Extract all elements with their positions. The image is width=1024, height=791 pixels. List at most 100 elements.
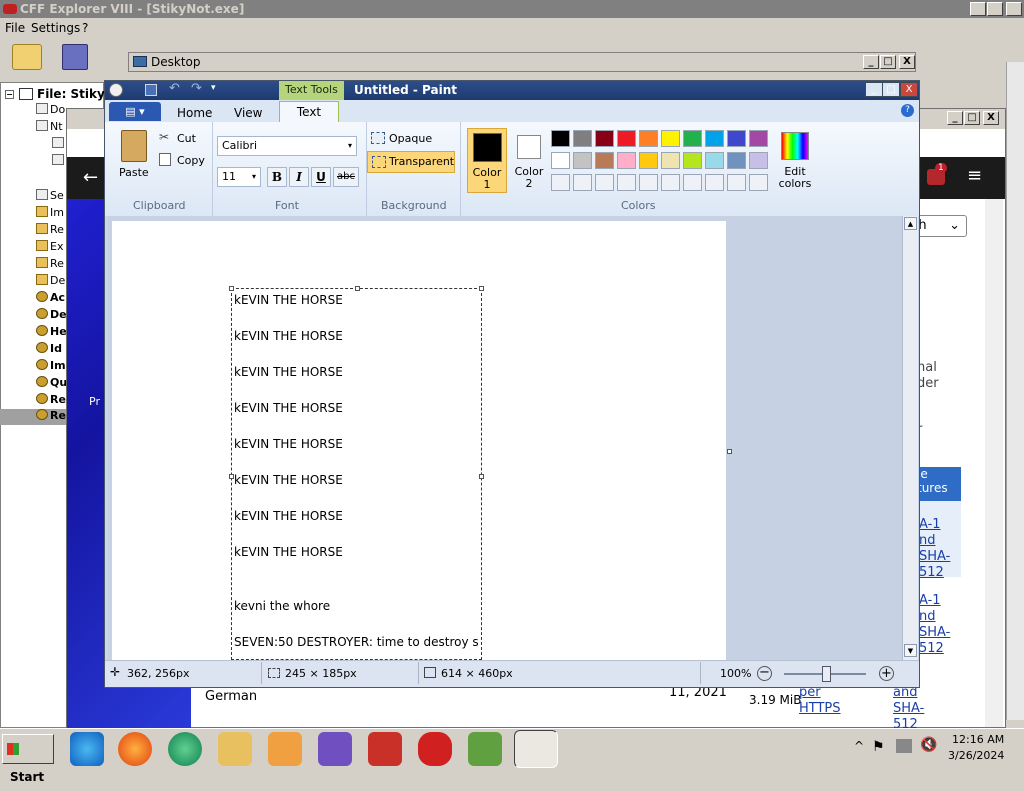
toolbox-icon[interactable]: [368, 732, 402, 766]
palette-swatch[interactable]: [639, 152, 658, 169]
palette-swatch[interactable]: [683, 130, 702, 147]
text-box-handle[interactable]: [355, 286, 360, 291]
qat-save-icon[interactable]: [145, 84, 157, 96]
palette-swatch[interactable]: [727, 152, 746, 169]
palette-swatch-empty[interactable]: [749, 174, 768, 191]
tree-item[interactable]: Do: [36, 103, 65, 119]
browser-maximize-button[interactable]: □: [964, 111, 980, 125]
palette-swatch[interactable]: [749, 130, 768, 147]
palette-swatch[interactable]: [749, 152, 768, 169]
zoom-in-icon[interactable]: +: [879, 666, 894, 681]
palette-swatch-empty[interactable]: [617, 174, 636, 191]
paint-minimize-button[interactable]: _: [865, 82, 883, 97]
desktop-minimize-button[interactable]: _: [863, 55, 879, 69]
palette-swatch[interactable]: [573, 130, 592, 147]
menu-help[interactable]: ?: [82, 21, 88, 35]
tree-item[interactable]: Im: [36, 206, 64, 222]
palette-swatch-empty[interactable]: [639, 174, 658, 191]
menu-file[interactable]: File: [5, 21, 25, 35]
sha-link[interactable]: A-1 nd SHA-512: [919, 517, 959, 581]
tree-root-row[interactable]: − File: StikyN: [3, 87, 115, 103]
tab-home[interactable]: Home: [177, 106, 212, 120]
tree-item[interactable]: [52, 154, 66, 170]
tree-item[interactable]: He: [36, 325, 67, 341]
palette-swatch[interactable]: [661, 152, 680, 169]
paste-label[interactable]: Paste: [119, 166, 149, 179]
tree-item[interactable]: [52, 137, 66, 153]
strikethrough-button[interactable]: abc: [333, 167, 359, 187]
cff-maximize-button[interactable]: □: [987, 2, 1003, 16]
palette-swatch-empty[interactable]: [551, 174, 570, 191]
palette-swatch[interactable]: [617, 152, 636, 169]
cff-close-button[interactable]: X: [1006, 2, 1022, 16]
palette-swatch-empty[interactable]: [661, 174, 680, 191]
palette-swatch[interactable]: [551, 152, 570, 169]
tree-item[interactable]: De: [36, 274, 65, 290]
edit-colors-button[interactable]: Edit colors: [773, 128, 817, 193]
paint-maximize-button[interactable]: □: [882, 82, 900, 97]
chart-editor-icon[interactable]: [468, 732, 502, 766]
palette-swatch[interactable]: [727, 130, 746, 147]
palette-swatch[interactable]: [639, 130, 658, 147]
tree-item[interactable]: Id: [36, 342, 62, 358]
palette-swatch[interactable]: [705, 130, 724, 147]
palette-swatch-empty[interactable]: [595, 174, 614, 191]
paste-icon[interactable]: [121, 130, 147, 162]
qat-undo-icon[interactable]: ↶: [169, 81, 180, 96]
tree-item[interactable]: Re: [36, 223, 64, 239]
tree-item[interactable]: Ac: [36, 291, 65, 307]
browser-minimize-button[interactable]: _: [947, 111, 963, 125]
menu-icon[interactable]: ≡: [967, 165, 982, 186]
messenger-icon[interactable]: [168, 732, 202, 766]
start-button[interactable]: Start: [2, 734, 54, 784]
color2-button[interactable]: Color 2: [509, 128, 549, 193]
tab-view[interactable]: View: [234, 106, 262, 120]
cff-right-scrollbar[interactable]: [1006, 62, 1024, 720]
paint-close-button[interactable]: X: [900, 82, 918, 97]
paint-taskbar-icon[interactable]: [514, 730, 558, 768]
palette-swatch-empty[interactable]: [705, 174, 724, 191]
tree-item[interactable]: Re: [36, 257, 64, 273]
palette-swatch[interactable]: [683, 152, 702, 169]
qat-dropdown-icon[interactable]: ▾: [211, 83, 216, 93]
browser-close-button[interactable]: X: [983, 111, 999, 125]
italic-button[interactable]: I: [289, 167, 309, 187]
bold-button[interactable]: B: [267, 167, 287, 187]
menu-settings[interactable]: Settings: [31, 21, 80, 35]
tree-item[interactable]: Ex: [36, 240, 63, 256]
palette-swatch[interactable]: [595, 152, 614, 169]
palette-swatch-empty[interactable]: [683, 174, 702, 191]
flag-icon[interactable]: ⚑: [872, 739, 885, 755]
tree-item[interactable]: Re: [36, 393, 66, 409]
palette-swatch[interactable]: [573, 152, 592, 169]
scroll-down-icon[interactable]: ▼: [904, 644, 917, 657]
font-size-select[interactable]: 11 ▾: [217, 167, 261, 187]
proto-link[interactable]: per HTTPS: [799, 685, 849, 717]
scroll-up-icon[interactable]: ▲: [904, 217, 917, 230]
paint-menu-button[interactable]: ▤ ▾: [109, 102, 161, 121]
volume-muted-icon[interactable]: 🔇: [920, 737, 937, 753]
transparent-button[interactable]: Transparent: [367, 151, 455, 173]
qat-redo-icon[interactable]: ↷: [191, 81, 202, 96]
firefox-icon[interactable]: [118, 732, 152, 766]
back-arrow-icon[interactable]: ←: [83, 167, 98, 188]
text-box-handle[interactable]: [479, 474, 484, 479]
sha-link[interactable]: A-1 nd SHA-512: [919, 593, 959, 657]
open-folder-icon[interactable]: [12, 44, 42, 70]
tree-item[interactable]: Nt: [36, 120, 63, 136]
text-box-handle[interactable]: [229, 286, 234, 291]
palette-swatch[interactable]: [617, 130, 636, 147]
paint-app-icon[interactable]: [109, 83, 123, 97]
cff-minimize-button[interactable]: _: [970, 2, 986, 16]
network-icon[interactable]: [896, 739, 912, 753]
tab-text[interactable]: Text: [279, 101, 339, 123]
zoom-slider-thumb[interactable]: [822, 666, 831, 682]
palette-swatch[interactable]: [551, 130, 570, 147]
desktop-maximize-button[interactable]: □: [880, 55, 896, 69]
media-player-icon[interactable]: [268, 732, 302, 766]
tray-expand-icon[interactable]: ^: [854, 739, 864, 753]
palette-swatch-empty[interactable]: [573, 174, 592, 191]
cut-button[interactable]: Cut: [177, 132, 196, 145]
text-box-handle[interactable]: [479, 286, 484, 291]
underline-button[interactable]: U: [311, 167, 331, 187]
